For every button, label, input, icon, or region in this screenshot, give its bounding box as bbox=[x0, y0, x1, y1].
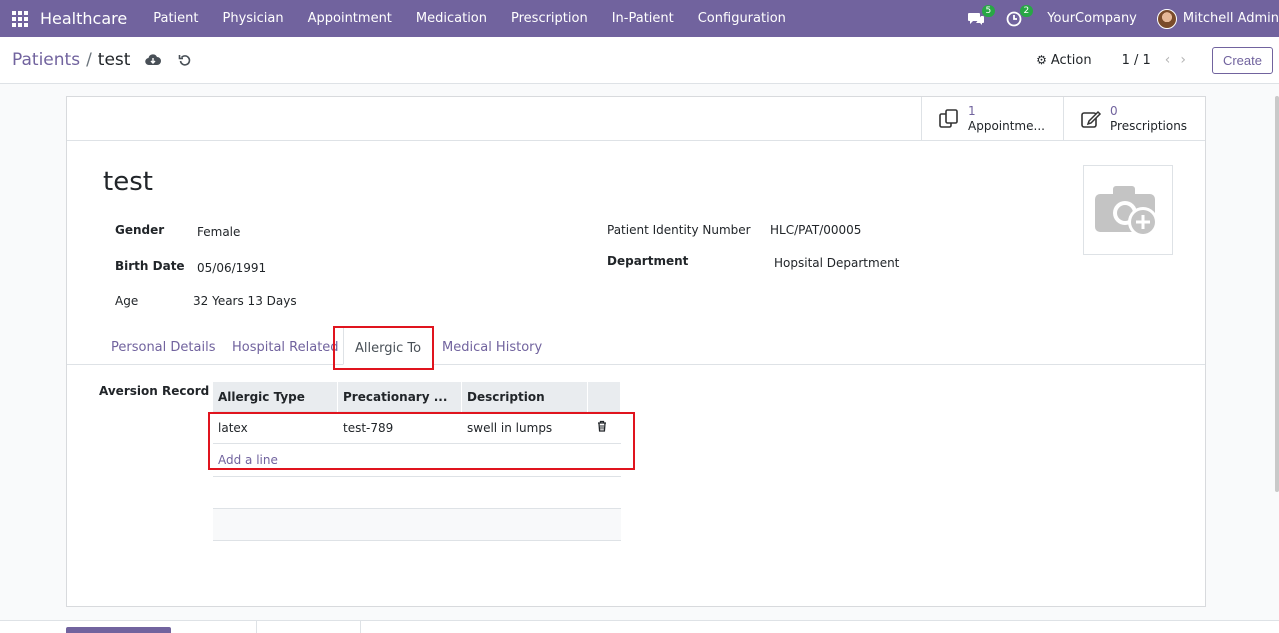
highlight-allergy-row bbox=[208, 412, 635, 470]
column-actions bbox=[588, 382, 621, 412]
company-switcher[interactable]: YourCompany bbox=[1037, 11, 1157, 26]
create-button[interactable]: Create bbox=[1211, 46, 1273, 74]
menu-item-in-patient[interactable]: In-Patient bbox=[600, 0, 686, 37]
divider bbox=[256, 621, 257, 633]
discard-undo-icon[interactable] bbox=[176, 51, 194, 69]
age-label: Age bbox=[115, 294, 139, 308]
appointments-stat: 1 Appointme... bbox=[968, 104, 1045, 134]
birth-date-label: Birth Date bbox=[115, 259, 185, 273]
gear-icon: ⚙ bbox=[1036, 53, 1047, 67]
patient-identity-value: HLC/PAT/00005 bbox=[770, 223, 862, 237]
menu-item-medication[interactable]: Medication bbox=[404, 0, 499, 37]
breadcrumb: Patients / test bbox=[12, 50, 130, 70]
prescriptions-smart-button[interactable]: 0 Prescriptions bbox=[1063, 97, 1205, 140]
empty-row bbox=[213, 509, 621, 541]
action-label: Action bbox=[1050, 52, 1092, 68]
save-cloud-icon[interactable] bbox=[144, 51, 162, 69]
gender-label: Gender bbox=[115, 223, 165, 237]
messages-count-badge: 5 bbox=[981, 5, 996, 17]
user-menu[interactable]: Mitchell Admin bbox=[1156, 8, 1279, 29]
page-scrollbar[interactable] bbox=[1275, 96, 1279, 492]
prescriptions-stat: 0 Prescriptions bbox=[1110, 104, 1187, 134]
prescriptions-count: 0 bbox=[1110, 103, 1118, 118]
department-label: Department bbox=[607, 254, 689, 268]
patient-photo-placeholder[interactable] bbox=[1083, 165, 1173, 255]
menu-item-physician[interactable]: Physician bbox=[210, 0, 295, 37]
app-brand[interactable]: Healthcare bbox=[40, 9, 127, 28]
prescription-edit-icon bbox=[1078, 106, 1104, 132]
apps-menu-icon[interactable] bbox=[0, 0, 40, 37]
top-navbar: Healthcare Patient Physician Appointment… bbox=[0, 0, 1279, 37]
action-dropdown[interactable]: ⚙ Action bbox=[1036, 53, 1091, 68]
appointments-count: 1 bbox=[968, 103, 976, 118]
control-panel-right: ⚙ Action 1 / 1 ‹› Create bbox=[1036, 46, 1279, 74]
patient-identity-label: Patient Identity Number bbox=[607, 223, 751, 237]
prescriptions-label: Prescriptions bbox=[1110, 118, 1188, 133]
column-precautionary[interactable]: Precationary ... bbox=[338, 382, 462, 412]
column-allergic-type[interactable]: Allergic Type bbox=[213, 382, 338, 412]
pager-value[interactable]: 1 / 1 bbox=[1122, 53, 1151, 68]
breadcrumb-separator: / bbox=[86, 50, 92, 70]
menu-item-prescription[interactable]: Prescription bbox=[499, 0, 600, 37]
control-panel: Patients / test ⚙ Action 1 / 1 ‹› Create bbox=[0, 37, 1279, 84]
patient-name-title[interactable]: test bbox=[103, 167, 153, 197]
user-name: Mitchell Admin bbox=[1182, 11, 1279, 26]
divider bbox=[360, 621, 361, 633]
birth-date-value[interactable]: 05/06/1991 bbox=[197, 261, 266, 275]
appointments-label: Appointme... bbox=[968, 118, 1045, 133]
table-header: Allergic Type Precationary ... Descripti… bbox=[213, 382, 621, 412]
chatter-send-button[interactable] bbox=[66, 627, 171, 633]
pager-next-icon[interactable]: › bbox=[1180, 52, 1196, 68]
systray: 5 2 YourCompany Mitchell Admin bbox=[961, 0, 1279, 37]
messages-icon[interactable]: 5 bbox=[961, 0, 996, 37]
menu-item-patient[interactable]: Patient bbox=[141, 0, 210, 37]
empty-row bbox=[213, 477, 621, 509]
user-avatar bbox=[1156, 8, 1177, 29]
menu-item-appointment[interactable]: Appointment bbox=[296, 0, 404, 37]
chatter-strip bbox=[0, 620, 1279, 633]
appointments-icon bbox=[936, 106, 962, 132]
form-sheet: 1 Appointme... 0 Prescriptions test Gend… bbox=[66, 96, 1206, 607]
breadcrumb-patients[interactable]: Patients bbox=[12, 50, 80, 70]
aversion-record-label: Aversion Record bbox=[99, 384, 210, 398]
appointments-smart-button[interactable]: 1 Appointme... bbox=[921, 97, 1063, 140]
tab-hospital-related[interactable]: Hospital Related bbox=[232, 327, 339, 365]
column-description[interactable]: Description bbox=[462, 382, 588, 412]
department-value[interactable]: Hopsital Department bbox=[774, 256, 899, 270]
tab-personal-details[interactable]: Personal Details bbox=[111, 327, 215, 365]
menu-item-configuration[interactable]: Configuration bbox=[686, 0, 798, 37]
highlight-allergic-tab bbox=[333, 326, 434, 370]
activities-count-badge: 2 bbox=[1019, 5, 1034, 17]
smart-button-box: 1 Appointme... 0 Prescriptions bbox=[67, 97, 1205, 141]
activities-clock-icon[interactable]: 2 bbox=[999, 0, 1034, 37]
tab-medical-history[interactable]: Medical History bbox=[442, 327, 542, 365]
age-value: 32 Years 13 Days bbox=[193, 294, 297, 308]
notebook-tabs: Personal Details Hospital Related Allerg… bbox=[67, 327, 1205, 365]
breadcrumb-current: test bbox=[97, 50, 131, 70]
pager-previous-icon[interactable]: ‹ bbox=[1165, 52, 1181, 68]
camera-add-icon bbox=[1095, 186, 1158, 237]
gender-value[interactable]: Female bbox=[197, 225, 240, 239]
pager-nav: ‹› bbox=[1165, 52, 1196, 68]
main-menu: Patient Physician Appointment Medication… bbox=[141, 0, 798, 37]
